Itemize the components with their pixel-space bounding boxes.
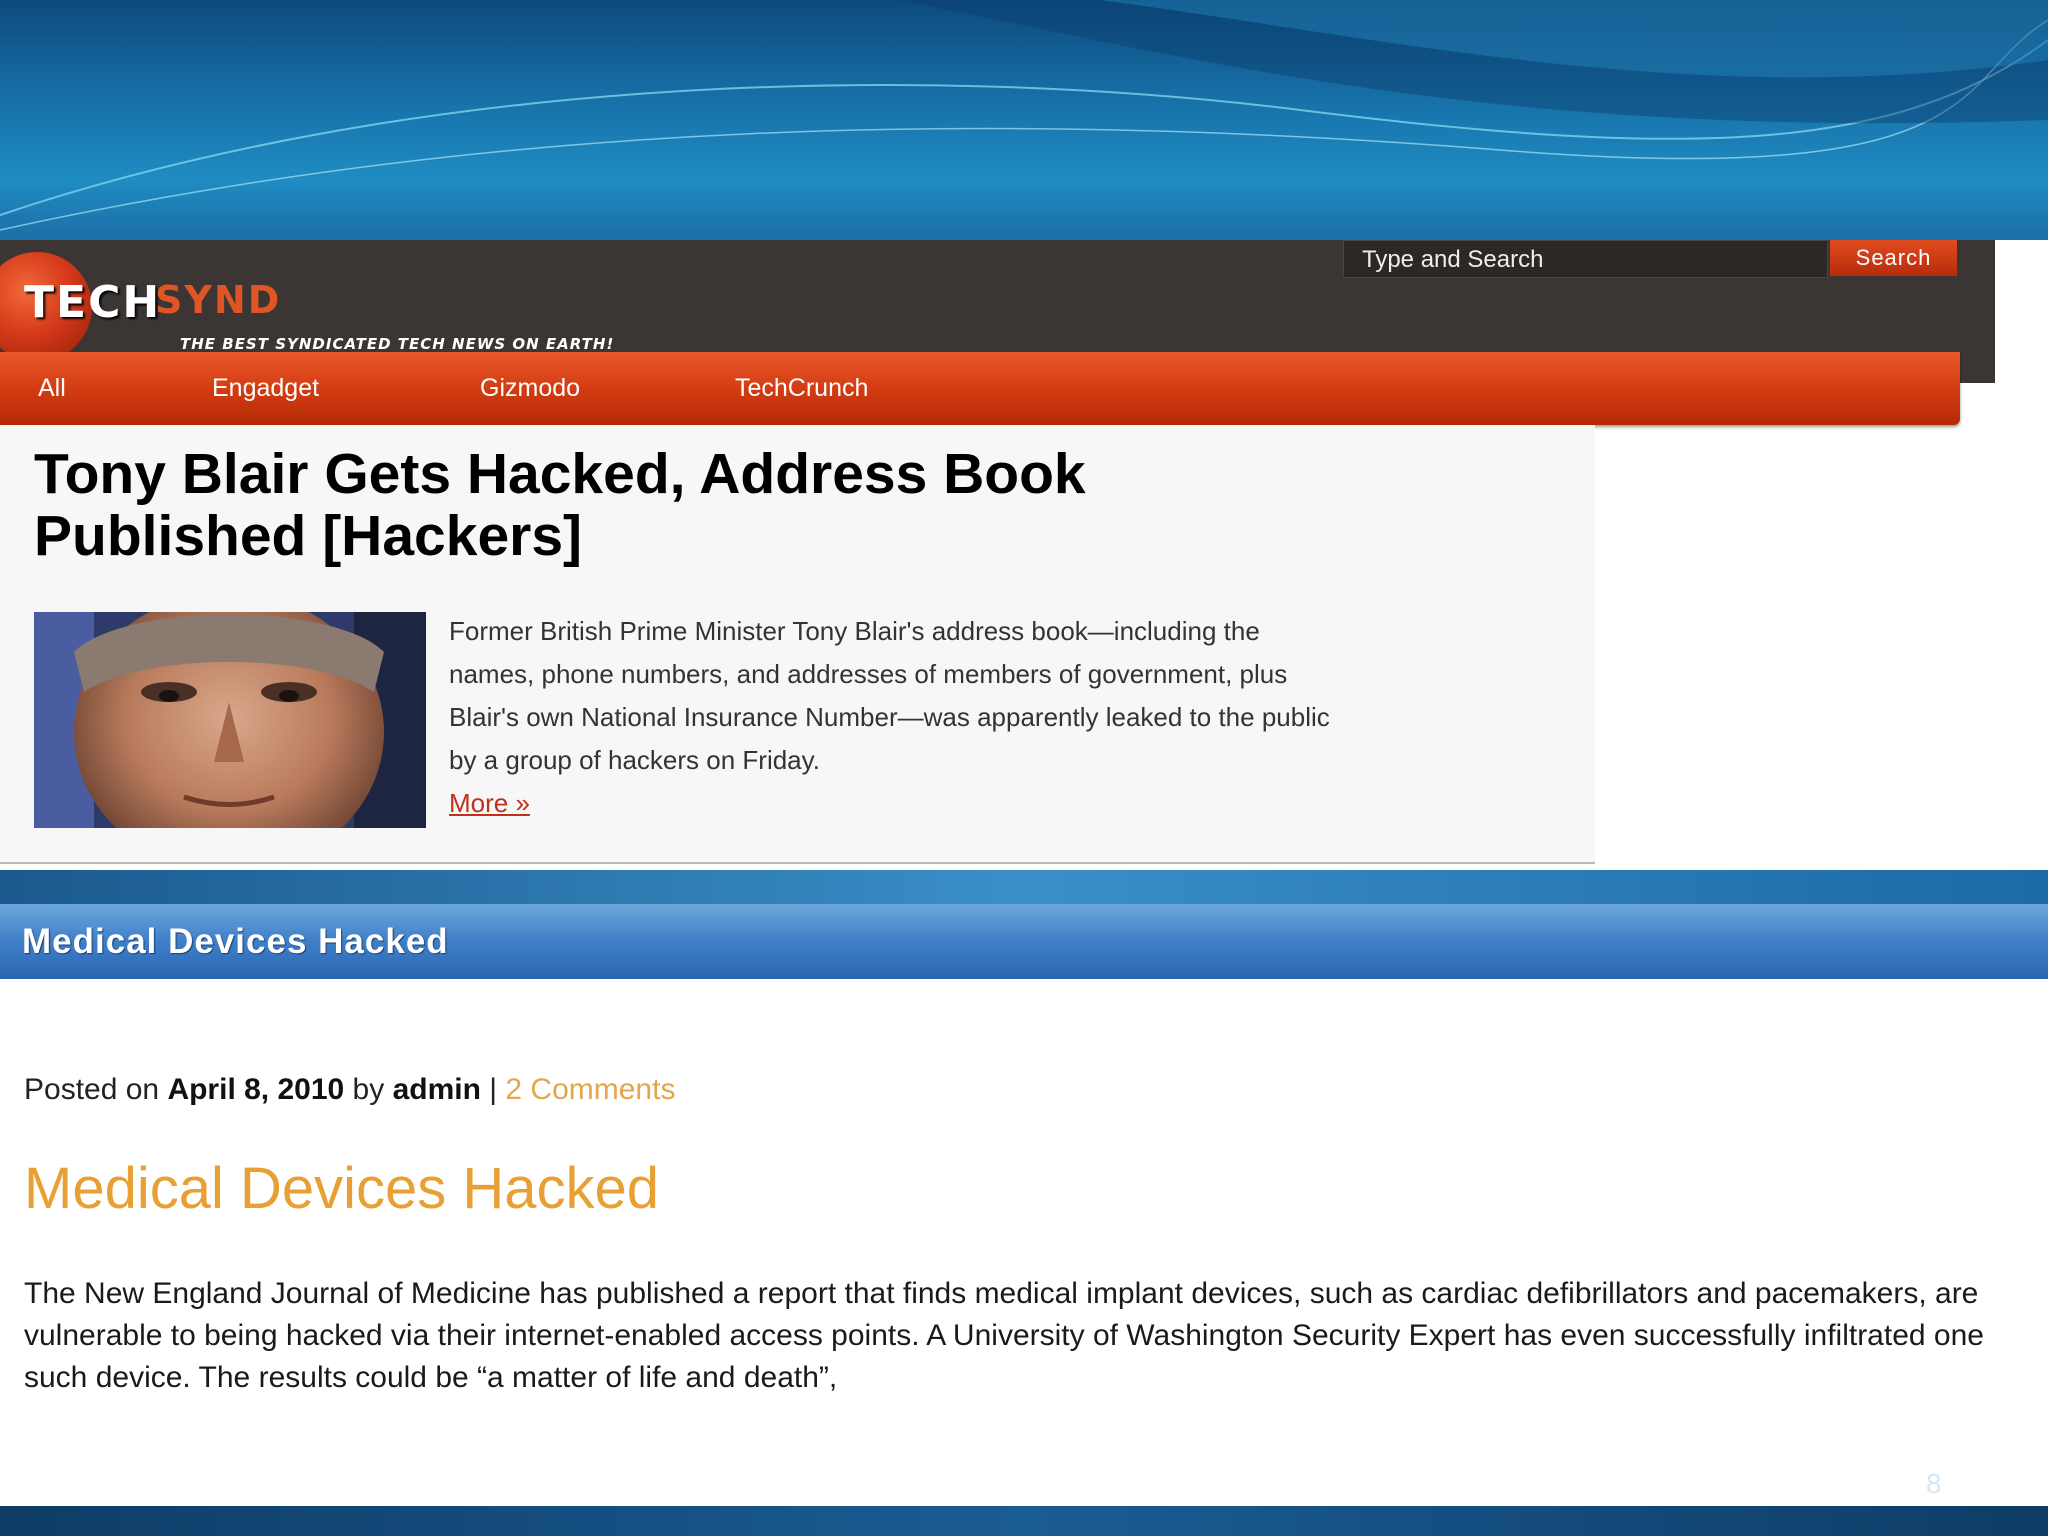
search-input[interactable]: Type and Search (1343, 240, 1828, 278)
post-body: The New England Journal of Medicine has … (24, 1277, 1984, 1394)
main-nav: All Engadget Gizmodo TechCrunch (0, 352, 1960, 425)
logo-synd-text[interactable]: SYND (155, 278, 281, 322)
posted-date: April 8, 2010 (167, 1073, 345, 1106)
portrait-image (34, 612, 426, 828)
comments-link[interactable]: 2 Comments (505, 1073, 675, 1106)
more-link[interactable]: More » (449, 782, 1349, 825)
article-title[interactable]: Tony Blair Gets Hacked, Address Book Pub… (34, 443, 1334, 567)
article-photo[interactable] (34, 612, 426, 828)
header-gap (1995, 240, 2048, 465)
search-button[interactable]: Search (1830, 240, 1957, 276)
medical-header-title[interactable]: Medical Devices Hacked (22, 904, 449, 979)
post-title[interactable]: Medical Devices Hacked (24, 1155, 659, 1222)
article-summary-text: Former British Prime Minister Tony Blair… (449, 616, 1330, 775)
nav-item-techcrunch[interactable]: TechCrunch (735, 352, 868, 425)
slide-footer-bar (0, 1506, 2048, 1536)
nav-item-all[interactable]: All (38, 352, 66, 425)
slide-header-banner (0, 0, 2048, 240)
wave-decoration (0, 0, 2048, 231)
article-card: Tony Blair Gets Hacked, Address Book Pub… (0, 425, 1595, 864)
logo-tech-text[interactable]: TECH (24, 277, 161, 328)
nav-item-engadget[interactable]: Engadget (212, 352, 319, 425)
meta-separator: | (480, 1073, 506, 1106)
article-summary: Former British Prime Minister Tony Blair… (449, 610, 1349, 825)
post-meta: Posted on April 8, 2010 by admin | 2 Com… (24, 1073, 675, 1107)
posted-prefix: Posted on (24, 1073, 168, 1106)
author-link[interactable]: admin (393, 1073, 481, 1106)
techsynd-screenshot: TECH SYND THE BEST SYNDICATED TECH NEWS … (0, 240, 2048, 865)
posted-by: by (344, 1073, 393, 1106)
logo-tagline: THE BEST SYNDICATED TECH NEWS ON EARTH! (180, 335, 615, 353)
medical-header-bar: Medical Devices Hacked (0, 904, 2048, 979)
slide-divider-strip (0, 870, 2048, 904)
slide-page-number: 8 (1926, 1468, 1942, 1499)
nav-item-gizmodo[interactable]: Gizmodo (480, 352, 580, 425)
